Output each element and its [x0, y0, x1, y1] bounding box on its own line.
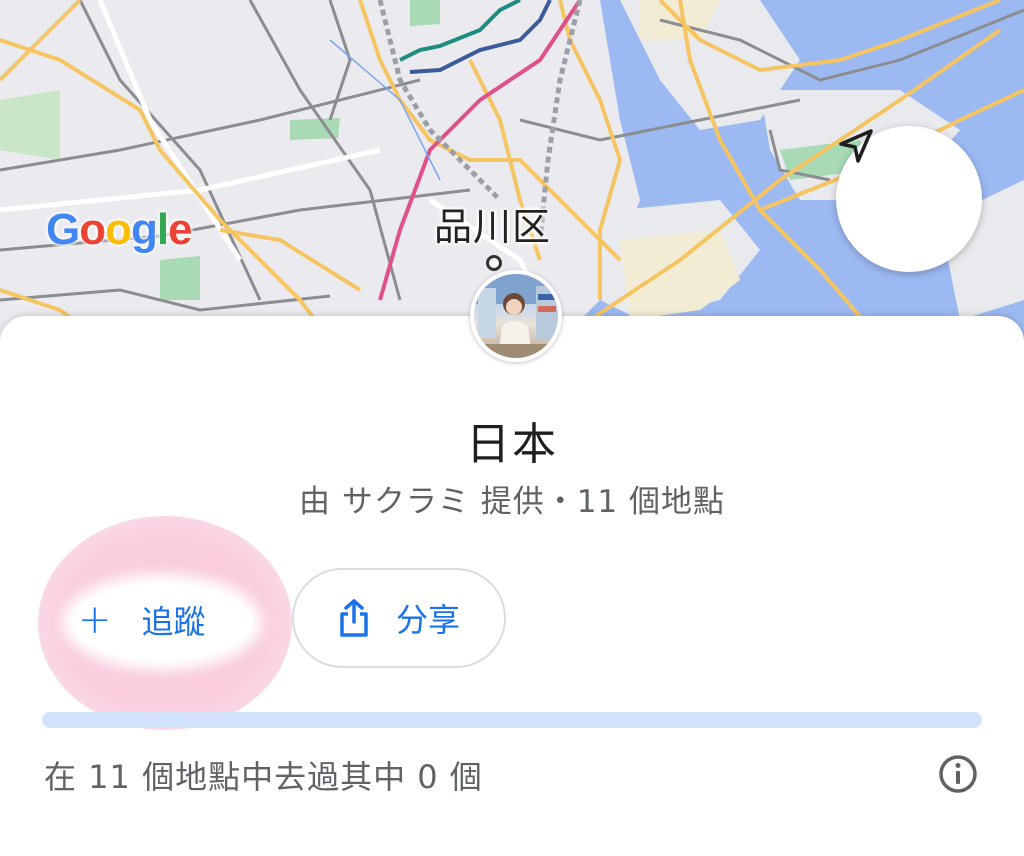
- share-button[interactable]: 分享: [292, 568, 506, 668]
- list-subtitle: 由 サクラミ 提供・11 個地點: [298, 484, 725, 520]
- share-icon: [340, 599, 368, 637]
- avatar[interactable]: [470, 270, 562, 362]
- logo-letter: e: [168, 205, 193, 254]
- logo-letter: G: [46, 205, 80, 254]
- locate-button[interactable]: [836, 126, 982, 272]
- logo-letter: o: [79, 205, 106, 254]
- info-icon[interactable]: [938, 754, 978, 794]
- list-title: 日本: [466, 419, 558, 470]
- avatar-photo: [474, 274, 558, 358]
- district-marker-icon: [486, 255, 502, 271]
- district-label: 品川区: [434, 205, 552, 249]
- logo-letter: l: [156, 205, 169, 254]
- plus-icon: +: [78, 597, 112, 643]
- logo-letter: o: [105, 205, 132, 254]
- follow-button[interactable]: + 追蹤: [78, 588, 206, 652]
- progress-bar: [42, 712, 982, 728]
- share-label: 分享: [395, 601, 460, 639]
- logo-letter: g: [131, 205, 158, 254]
- progress-text: 在 11 個地點中去過其中 0 個: [44, 758, 483, 796]
- follow-label: 追蹤: [141, 603, 206, 641]
- google-logo: Google: [46, 205, 193, 254]
- navigation-arrow-icon: [839, 129, 873, 163]
